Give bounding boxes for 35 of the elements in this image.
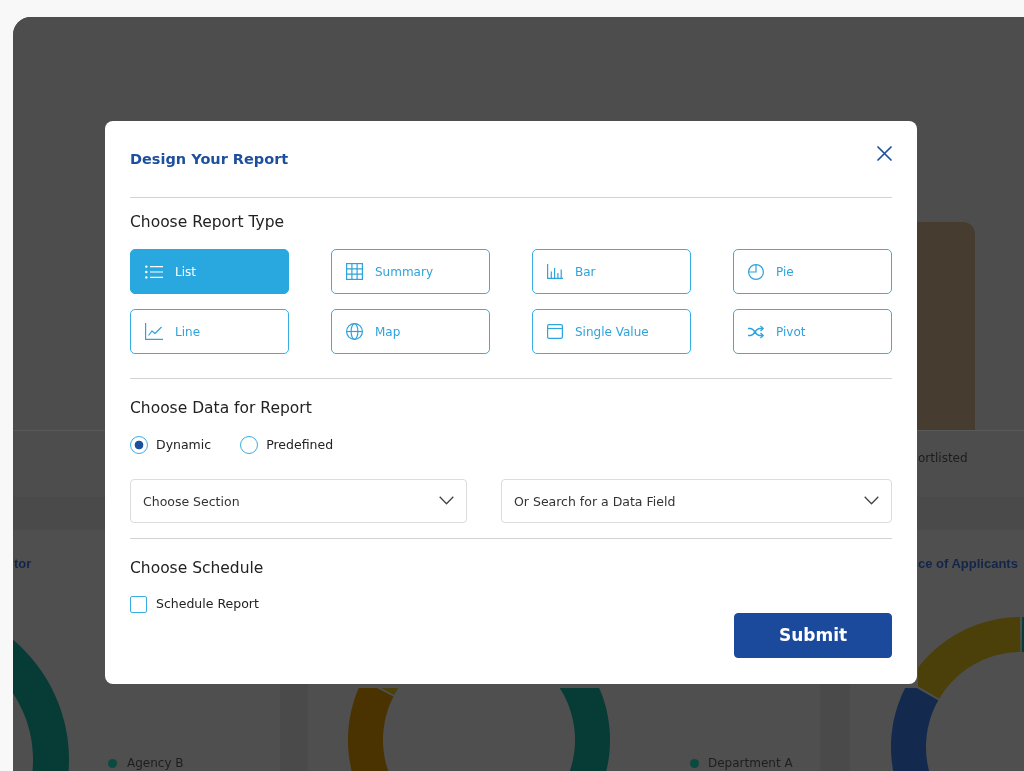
checkbox-label: Schedule Report bbox=[156, 595, 259, 613]
radio-label: Predefined bbox=[266, 436, 334, 454]
table-icon bbox=[346, 263, 363, 280]
radio-label: Dynamic bbox=[156, 436, 212, 454]
chevron-down-icon bbox=[439, 496, 454, 505]
card-title: tor bbox=[14, 556, 32, 571]
globe-icon bbox=[346, 323, 363, 340]
checkbox[interactable] bbox=[130, 595, 147, 613]
report-type-button[interactable]: Pivot bbox=[733, 309, 892, 354]
pie-chart-icon bbox=[748, 263, 764, 280]
line-chart-icon bbox=[145, 323, 163, 340]
shuffle-icon bbox=[748, 324, 764, 339]
report-type-button[interactable]: Single Value bbox=[532, 309, 691, 354]
report-type-button[interactable]: Line bbox=[130, 309, 289, 354]
report-type-button[interactable]: Map bbox=[331, 309, 490, 354]
report-type-button[interactable]: List bbox=[130, 249, 289, 294]
dropdown-field[interactable]: Or Search for a Data Field bbox=[501, 479, 892, 523]
report-type-button[interactable]: Bar bbox=[532, 249, 691, 294]
submit-button[interactable]: Submit bbox=[734, 613, 892, 658]
radio-button[interactable] bbox=[130, 436, 148, 454]
card-title: ce of Applicants bbox=[918, 556, 1018, 571]
list-icon bbox=[145, 264, 163, 279]
close-icon bbox=[877, 146, 892, 161]
dropdown-field[interactable]: Choose Section bbox=[130, 479, 467, 523]
radio-button[interactable] bbox=[240, 436, 259, 454]
section-heading: Choose Data for Report bbox=[130, 398, 312, 419]
window-icon bbox=[547, 324, 563, 339]
modal-title: Design Your Report bbox=[130, 150, 289, 169]
report-type-button[interactable]: Pie bbox=[733, 249, 892, 294]
section-heading: Choose Report Type bbox=[130, 212, 285, 233]
chevron-down-icon bbox=[864, 496, 879, 505]
section-heading: Choose Schedule bbox=[130, 558, 264, 579]
report-type-button[interactable]: Summary bbox=[331, 249, 490, 294]
close-button[interactable] bbox=[877, 146, 892, 161]
bar-chart-icon bbox=[547, 264, 563, 279]
